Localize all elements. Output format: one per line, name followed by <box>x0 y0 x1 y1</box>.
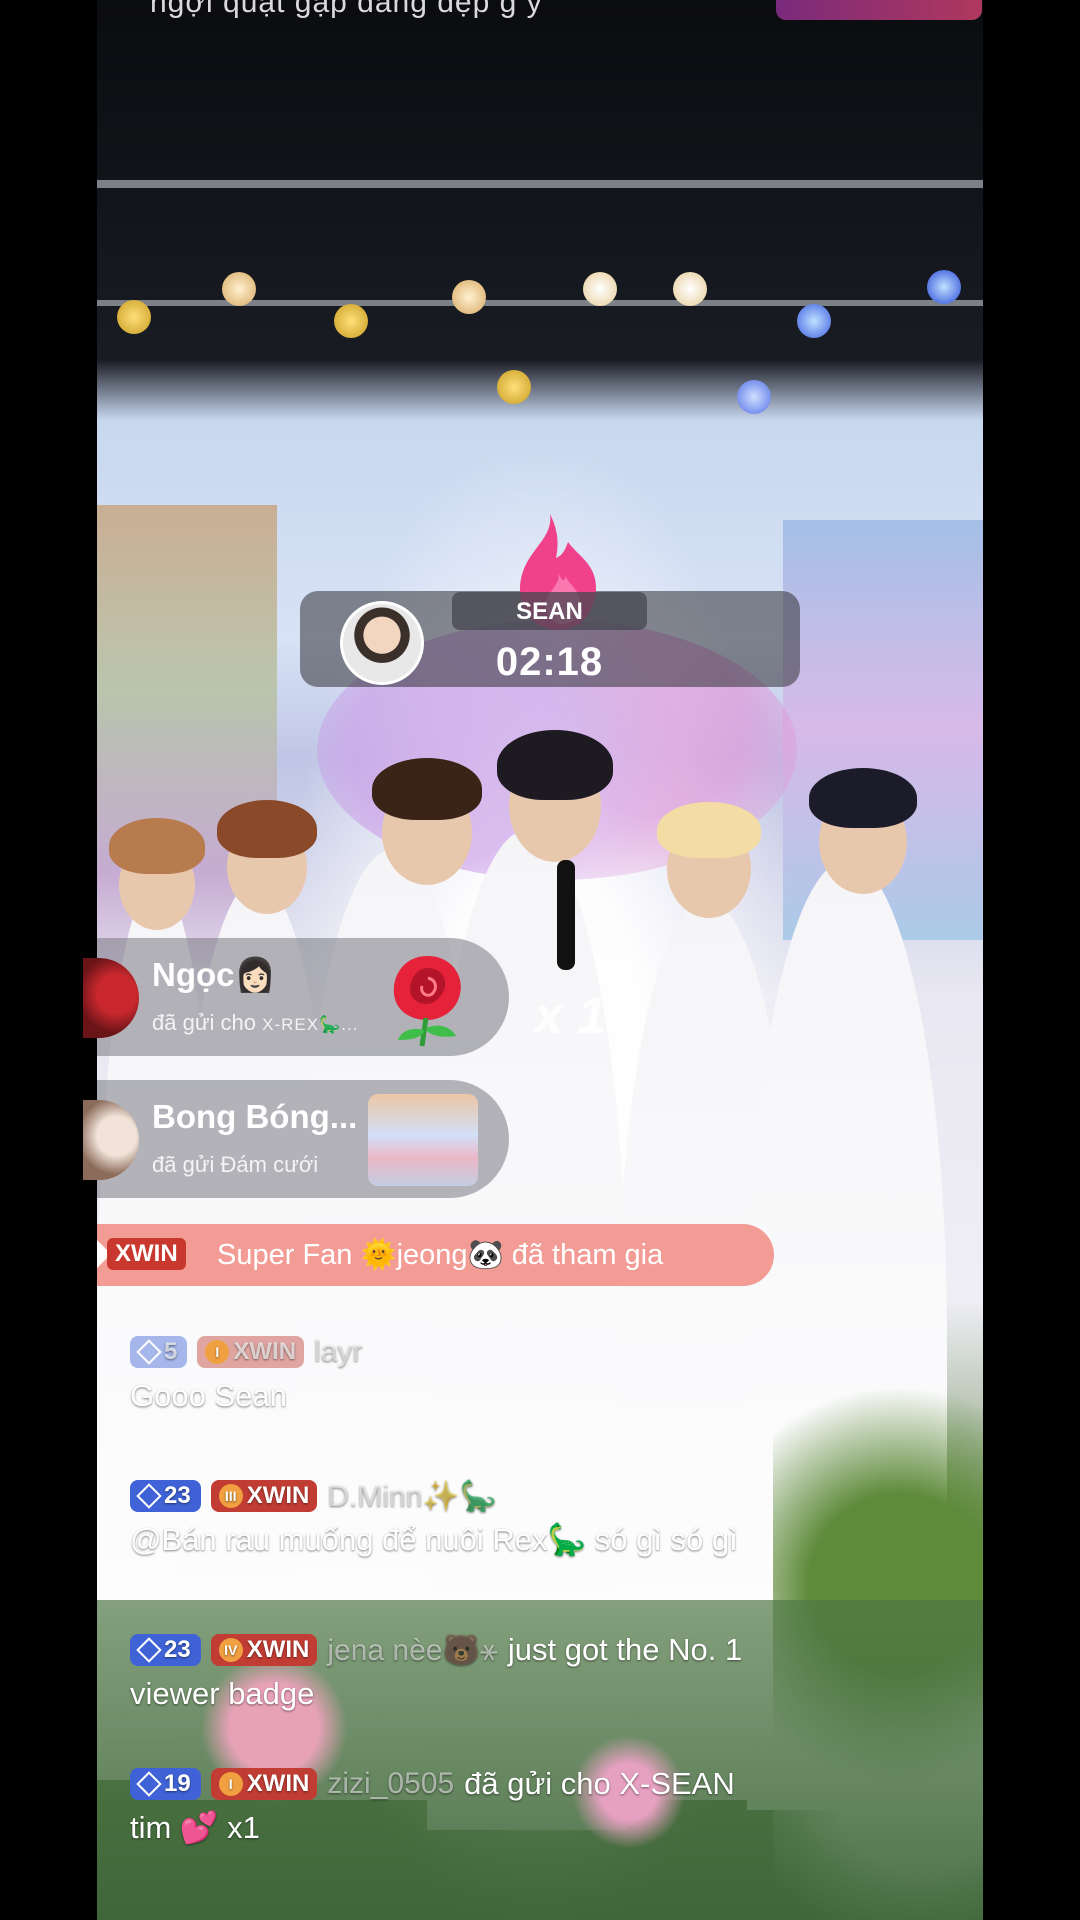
top-overlay-text: ngợi quạt gặp đảng đẹp g y <box>150 0 543 19</box>
gift-description: đã gửi Đám cưới <box>152 1152 319 1177</box>
gifter-name: Ngọc👩🏻 <box>152 956 276 993</box>
level-number: 23 <box>164 1636 191 1663</box>
stage-light <box>222 272 256 306</box>
performer-hair <box>497 730 613 800</box>
stage-light <box>497 370 531 404</box>
fan-club-label: XWIN <box>233 1338 297 1365</box>
join-banner: XWIN Super Fan 🌞jeong🐼 đã tham gia <box>97 1224 774 1286</box>
fan-club-badge: III XWIN <box>210 1480 318 1512</box>
fan-tier-icon: I <box>218 1772 243 1796</box>
fan-club-badge: IV XWIN <box>210 1634 318 1666</box>
fan-club-badge: I XWIN <box>210 1768 318 1800</box>
fan-club-label: XWIN <box>246 1770 310 1797</box>
performer-hair <box>217 800 317 858</box>
chat-username[interactable]: jena nèe🐻⚹ <box>327 1633 497 1668</box>
fan-tier-icon: I <box>205 1340 230 1364</box>
stage-light <box>673 272 707 306</box>
gifter-name: Bong Bóng... <box>152 1098 358 1135</box>
chat-inline-text: just got the No. 1 <box>507 1632 743 1667</box>
chat-username[interactable]: layr <box>314 1335 362 1369</box>
chat-text: Gooo Sean <box>130 1378 287 1413</box>
chat-username[interactable]: D.Minn✨🦕 <box>327 1479 497 1514</box>
chat-text: tim 💕 x1 <box>130 1810 260 1845</box>
performer-hair <box>372 758 482 820</box>
gift-multiplier: x 1 <box>534 987 607 1045</box>
gift-recipient: X-REX🦕... <box>262 1015 359 1034</box>
stage-light <box>583 272 617 306</box>
join-text: Super Fan 🌞jeong🐼 đã tham gia <box>217 1239 664 1271</box>
stage-light <box>797 304 831 338</box>
viewer-level-badge: 23 <box>130 1480 201 1512</box>
lighting-truss <box>97 180 983 188</box>
rose-icon <box>393 956 461 1047</box>
gifter-avatar[interactable] <box>83 958 139 1038</box>
stage-light <box>117 300 151 334</box>
chat-message[interactable]: 23 III XWIN D.Minn✨🦕 @Bán rau muống để nu… <box>130 1478 930 1560</box>
stage-light <box>927 270 961 304</box>
chat-inline-text: đã gửi cho X-SEAN <box>464 1766 735 1801</box>
fan-club-label: XWIN <box>246 1636 310 1663</box>
diamond-icon <box>136 1771 162 1797</box>
chat-text: @Bán rau muống để nuôi Rex🦕 só gì só gì <box>130 1522 738 1557</box>
chat-message[interactable]: 23 IV XWIN jena nèe🐻⚹ just got the No. 1 … <box>130 1632 930 1714</box>
viewer-level-badge: 5 <box>130 1336 188 1368</box>
chat-username[interactable]: zizi_0505 <box>327 1767 454 1801</box>
level-number: 5 <box>164 1338 178 1365</box>
wedding-cake-icon <box>368 1094 478 1186</box>
level-number: 23 <box>164 1482 191 1509</box>
streamer-avatar[interactable] <box>340 601 424 685</box>
diamond-icon <box>136 1483 162 1509</box>
chat-message[interactable]: 19 I XWIN zizi_0505 đã gửi cho X-SEAN tim… <box>130 1766 930 1848</box>
countdown-time: 02:18 <box>495 640 604 684</box>
microphone <box>557 860 575 970</box>
viewer-level-badge: 23 <box>130 1634 201 1666</box>
viewer-level-badge: 19 <box>130 1768 201 1800</box>
gift-description-prefix: đã gửi cho <box>152 1010 263 1035</box>
level-number: 19 <box>164 1770 191 1797</box>
top-right-badge[interactable] <box>776 0 982 20</box>
chat-message[interactable]: 5 I XWIN layr Gooo Sean <box>130 1334 930 1416</box>
gifter-avatar[interactable] <box>83 1100 139 1180</box>
performer-hair <box>657 802 761 858</box>
stage-light <box>334 304 368 338</box>
performer-hair <box>109 818 205 874</box>
fan-club-badge: XWIN <box>107 1238 186 1270</box>
diamond-icon <box>136 1637 162 1663</box>
stage-light <box>452 280 486 314</box>
chat-text: viewer badge <box>130 1676 315 1711</box>
gift-description: đã gửi cho X-REX🦕... <box>152 1010 358 1036</box>
fan-tier-icon: IV <box>218 1638 243 1662</box>
stage-light <box>737 380 771 414</box>
fan-tier-icon: III <box>218 1484 243 1508</box>
diamond-icon <box>136 1339 162 1365</box>
fan-club-label: XWIN <box>246 1482 310 1509</box>
performer-hair <box>809 768 917 828</box>
countdown-name: SEAN <box>516 598 583 625</box>
fan-club-badge: I XWIN <box>197 1336 305 1368</box>
